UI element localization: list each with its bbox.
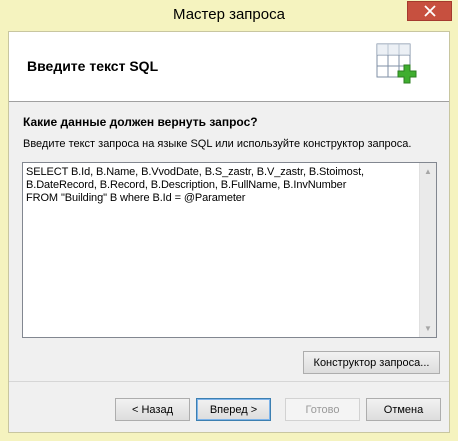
sql-text[interactable]: SELECT B.Id, B.Name, B.VvodDate, B.S_zas…	[26, 166, 416, 335]
cancel-button[interactable]: Отмена	[366, 398, 441, 421]
query-wizard-window: Мастер запроса Введите текст SQL Какие д…	[0, 0, 458, 441]
title-bar[interactable]: Мастер запроса	[0, 0, 458, 32]
close-button[interactable]	[407, 1, 452, 21]
finish-button: Готово	[285, 398, 360, 421]
page-title: Введите текст SQL	[27, 58, 159, 74]
table-add-icon	[376, 43, 417, 84]
dialog-client: Введите текст SQL Какие данные должен ве…	[8, 31, 450, 433]
divider	[9, 381, 449, 382]
next-button[interactable]: Вперед >	[196, 398, 271, 421]
vertical-scrollbar[interactable]: ▲ ▼	[419, 163, 436, 337]
wizard-header: Введите текст SQL	[9, 32, 449, 102]
question-label: Какие данные должен вернуть запрос?	[23, 115, 258, 129]
hint-label: Введите текст запроса на языке SQL или и…	[23, 138, 412, 150]
back-button[interactable]: < Назад	[115, 398, 190, 421]
scroll-down-icon[interactable]: ▼	[420, 320, 436, 337]
scroll-up-icon[interactable]: ▲	[420, 163, 436, 180]
close-icon	[423, 5, 436, 17]
sql-textarea[interactable]: SELECT B.Id, B.Name, B.VvodDate, B.S_zas…	[22, 162, 437, 338]
query-constructor-button[interactable]: Конструктор запроса...	[303, 351, 440, 374]
window-title: Мастер запроса	[173, 6, 285, 23]
